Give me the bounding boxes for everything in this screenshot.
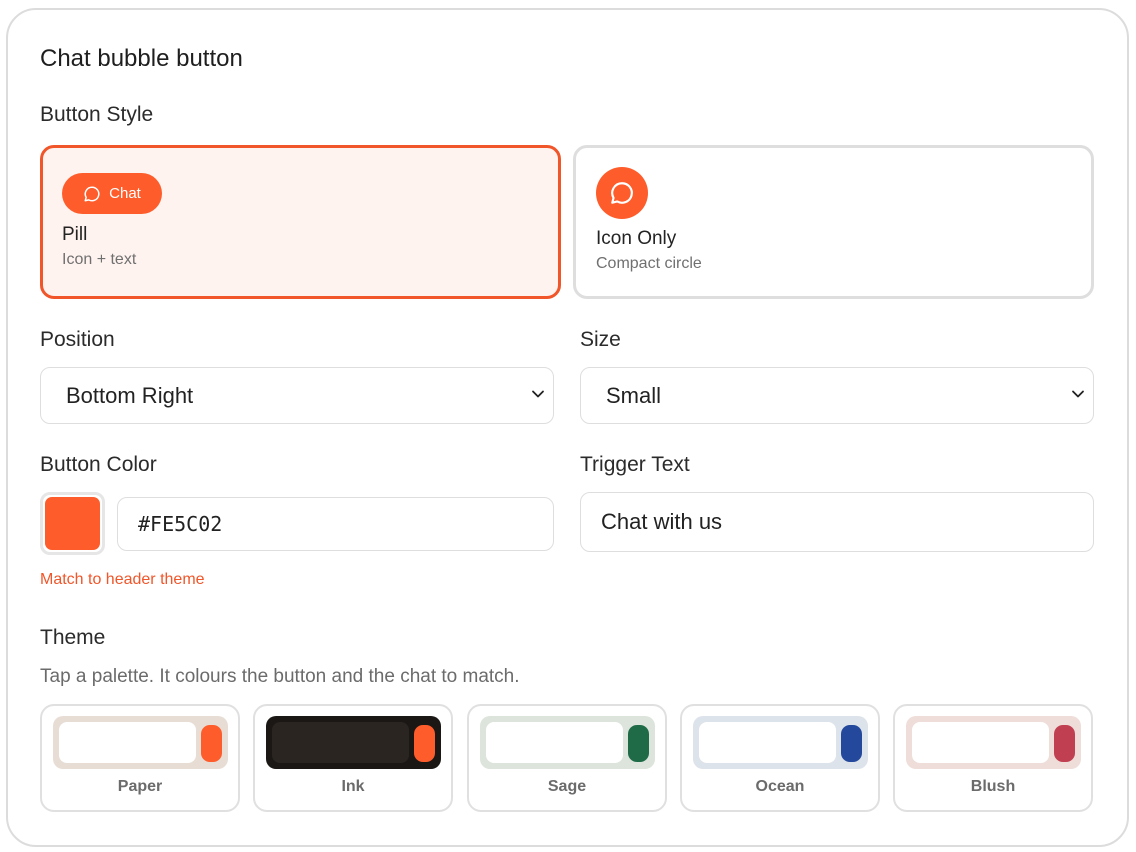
theme-preview bbox=[53, 716, 228, 769]
trigger-text-input[interactable]: Chat with us bbox=[580, 492, 1094, 552]
position-select[interactable]: Bottom Right bbox=[40, 367, 554, 424]
chevron-down-icon bbox=[1072, 390, 1084, 398]
style-option-name: Icon Only bbox=[596, 228, 677, 249]
theme-preview-bar bbox=[912, 722, 1049, 763]
theme-name: Blush bbox=[970, 778, 1016, 795]
theme-preview bbox=[906, 716, 1081, 769]
circle-preview bbox=[596, 167, 648, 219]
theme-option-paper[interactable]: Paper bbox=[40, 704, 240, 812]
theme-name: Paper bbox=[117, 778, 163, 795]
theme-preview-accent bbox=[628, 725, 649, 762]
theme-preview-accent bbox=[841, 725, 862, 762]
color-swatch-fill bbox=[45, 497, 100, 550]
color-hex-input[interactable]: #FE5C02 bbox=[117, 497, 554, 551]
pill-preview-text: Chat bbox=[109, 185, 141, 202]
position-value: Bottom Right bbox=[66, 382, 194, 408]
size-select[interactable]: Small bbox=[580, 367, 1094, 424]
theme-preview bbox=[693, 716, 868, 769]
theme-name: Ocean bbox=[755, 778, 805, 795]
chevron-down-icon bbox=[532, 390, 544, 398]
theme-option-sage[interactable]: Sage bbox=[467, 704, 667, 812]
theme-option-ocean[interactable]: Ocean bbox=[680, 704, 880, 812]
theme-preview-bar bbox=[699, 722, 836, 763]
color-hex-value: #FE5C02 bbox=[138, 512, 223, 536]
theme-hint: Tap a palette. It colours the button and… bbox=[40, 666, 520, 687]
page-title: Chat bubble button bbox=[40, 45, 243, 72]
color-swatch[interactable] bbox=[40, 492, 105, 555]
theme-preview bbox=[266, 716, 441, 769]
style-option-pill[interactable]: Chat Pill Icon + text bbox=[40, 145, 561, 299]
size-value: Small bbox=[606, 382, 662, 408]
chat-bubble-icon bbox=[611, 182, 633, 204]
chat-bubble-icon bbox=[84, 185, 100, 201]
theme-preview-bar bbox=[486, 722, 623, 763]
theme-preview-accent bbox=[1054, 725, 1075, 762]
theme-preview-accent bbox=[414, 725, 435, 762]
theme-preview-bar bbox=[59, 722, 196, 763]
position-label: Position bbox=[40, 328, 115, 351]
button-style-label: Button Style bbox=[40, 103, 154, 126]
theme-preview-accent bbox=[201, 725, 222, 762]
theme-preview bbox=[480, 716, 655, 769]
style-option-name: Pill bbox=[62, 224, 88, 245]
pill-preview: Chat bbox=[62, 173, 162, 214]
button-color-label: Button Color bbox=[40, 453, 157, 476]
theme-option-ink[interactable]: Ink bbox=[253, 704, 453, 812]
style-option-description: Icon + text bbox=[62, 251, 137, 268]
trigger-text-value: Chat with us bbox=[601, 509, 723, 534]
theme-option-blush[interactable]: Blush bbox=[893, 704, 1093, 812]
trigger-text-label: Trigger Text bbox=[580, 453, 690, 476]
theme-name: Ink bbox=[341, 778, 365, 795]
match-header-theme-link[interactable]: Match to header theme bbox=[40, 571, 205, 589]
theme-preview-bar bbox=[272, 722, 409, 763]
style-option-description: Compact circle bbox=[596, 255, 702, 272]
style-option-icon-only[interactable]: Icon Only Compact circle bbox=[573, 145, 1094, 299]
theme-name: Sage bbox=[547, 778, 587, 795]
size-label: Size bbox=[580, 328, 621, 351]
theme-label: Theme bbox=[40, 626, 106, 649]
